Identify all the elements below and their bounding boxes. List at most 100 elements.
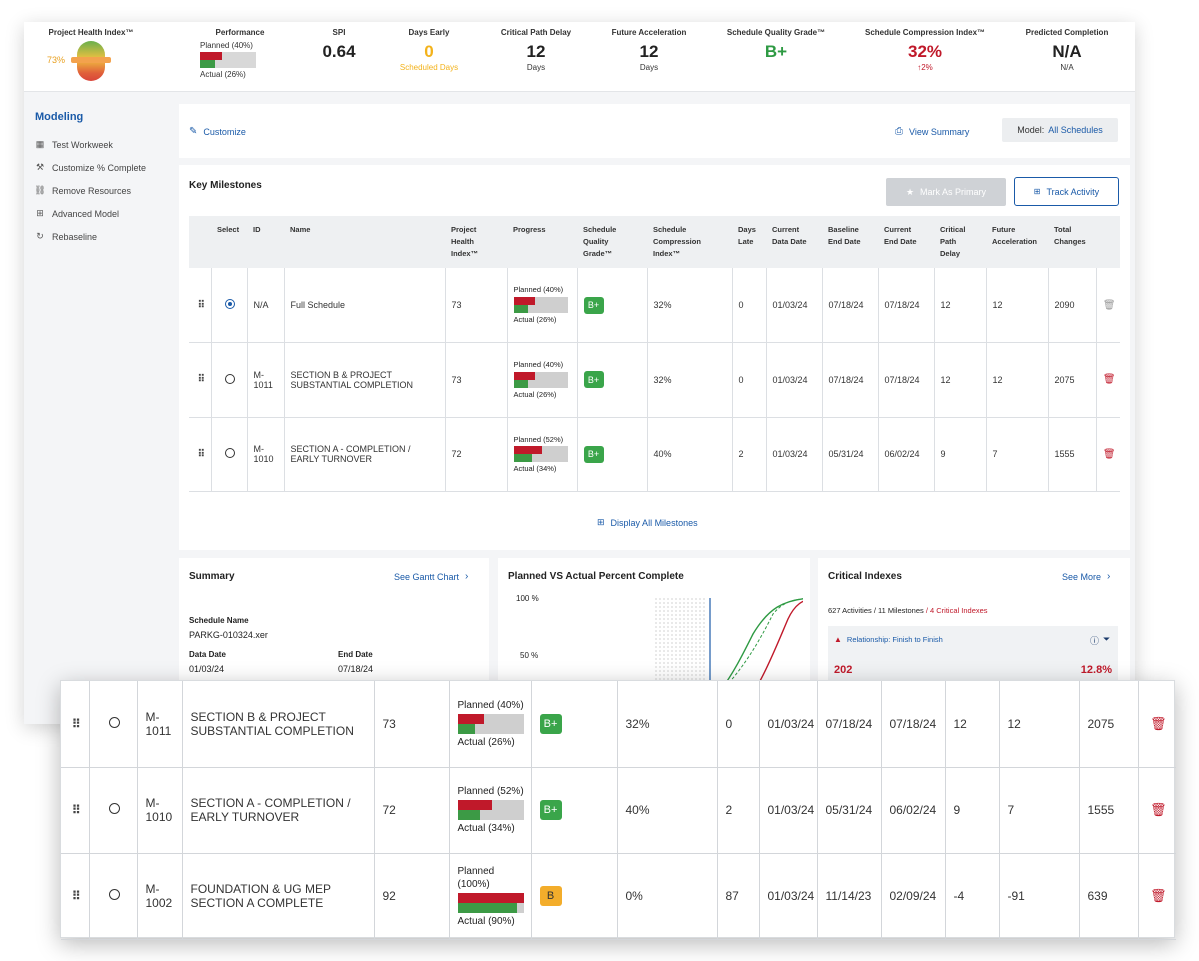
- cell-name[interactable]: SECTION B & PROJECT SUBSTANTIAL COMPLETI…: [284, 342, 446, 418]
- cell-current-data-date: 01/03/24: [759, 681, 818, 768]
- cell-progress: Planned (52%) Actual (34%): [449, 767, 532, 854]
- critical-title: Critical Indexes: [828, 571, 902, 582]
- sidebar-item-remove-resources[interactable]: ⛓ Remove Resources: [24, 179, 174, 202]
- cell-current-end: 06/02/24: [881, 767, 946, 854]
- customize-label: Customize: [203, 126, 246, 137]
- cell-progress: Planned (52%) Actual (34%): [507, 417, 578, 492]
- info-icon[interactable]: ⓘ: [1090, 634, 1099, 647]
- cell-sci: 32%: [647, 342, 733, 418]
- select-radio[interactable]: [89, 767, 138, 854]
- kpi-health[interactable]: Project Health Index™ 73%: [46, 28, 136, 81]
- grade-badge: B+: [539, 713, 562, 734]
- header-days-late: Days Late: [732, 216, 766, 268]
- table-row[interactable]: ⠿ N/A Full Schedule 73 Planned (40%) Act…: [189, 268, 1120, 343]
- kpi-spi[interactable]: SPI 0.64: [314, 28, 364, 60]
- relationship-count: 202: [834, 664, 853, 676]
- drag-handle-icon[interactable]: ⠿: [61, 853, 90, 940]
- cell-name[interactable]: FOUNDATION & UG MEP SECTION A COMPLETE: [182, 853, 375, 940]
- delete-row[interactable]: 🗑: [1096, 342, 1120, 418]
- customize-link[interactable]: ✎ Customize: [189, 126, 246, 137]
- cell-total: 1555: [1079, 767, 1139, 854]
- star-icon: ★: [905, 186, 915, 197]
- cell-sci: 40%: [617, 767, 718, 854]
- view-summary-link[interactable]: ⎙ View Summary: [895, 126, 969, 137]
- cell-id: M-1010: [247, 417, 285, 492]
- drag-handle-icon[interactable]: ⠿: [189, 417, 212, 492]
- cell-id: M-1011: [247, 342, 285, 418]
- delete-row[interactable]: 🗑: [1096, 268, 1120, 343]
- select-radio[interactable]: [89, 853, 138, 940]
- header-sqg: Schedule Quality Grade™: [577, 216, 647, 268]
- mark-primary-button[interactable]: ★ Mark As Primary: [886, 178, 1006, 206]
- header-drag: [189, 216, 211, 268]
- pencil-icon: ✎: [189, 126, 198, 137]
- refresh-icon: ↻: [36, 231, 44, 241]
- critical-count: / 4 Critical Indexes: [925, 606, 988, 615]
- see-more-link[interactable]: See More ›: [1062, 571, 1110, 582]
- header-name: Name: [284, 216, 445, 268]
- table-row[interactable]: ⠿ M-1011 SECTION B & PROJECT SUBSTANTIAL…: [189, 342, 1120, 418]
- table-row[interactable]: ⠿ M-1011 SECTION B & PROJECT SUBSTANTIAL…: [61, 681, 1176, 768]
- kpi-performance[interactable]: Performance Planned (40%) Actual (26%): [200, 28, 280, 79]
- table-row[interactable]: ⠿ M-1010 SECTION A - COMPLETION / EARLY …: [189, 417, 1120, 492]
- kpi-days-early[interactable]: Days Early 0 Scheduled Days: [392, 28, 466, 72]
- select-radio[interactable]: [89, 681, 138, 768]
- cell-total: 1555: [1048, 417, 1097, 492]
- progress-planned: Planned (40%): [513, 360, 564, 369]
- header-select: Select: [211, 216, 247, 268]
- chevron-right-icon: ›: [1107, 571, 1111, 582]
- see-gantt-link[interactable]: See Gantt Chart ›: [394, 571, 468, 582]
- cell-progress: Planned (40%) Actual (26%): [507, 342, 578, 418]
- delete-row[interactable]: 🗑: [1138, 767, 1176, 854]
- cell-progress: Planned (40%) Actual (26%): [449, 681, 532, 768]
- select-radio[interactable]: [211, 417, 248, 492]
- sidebar-item-advanced-model[interactable]: ⊞ Advanced Model: [24, 202, 174, 225]
- drag-handle-icon[interactable]: ⠿: [61, 767, 90, 854]
- select-radio[interactable]: [211, 342, 248, 418]
- sidebar-item-customize-complete[interactable]: ⚒ Customize % Complete: [24, 156, 174, 179]
- sidebar-item-rebaseline[interactable]: ↻ Rebaseline: [24, 225, 174, 248]
- delete-row[interactable]: 🗑: [1096, 417, 1120, 492]
- kpi-future-acceleration[interactable]: Future Acceleration 12 Days: [606, 28, 692, 72]
- display-all-milestones-link[interactable]: ⊞ Display All Milestones: [597, 517, 698, 528]
- model-select[interactable]: Model: All Schedules: [1002, 118, 1118, 142]
- sidebar-item-label: Remove Resources: [52, 185, 132, 196]
- table-row[interactable]: ⠿ M-1010 SECTION A - COMPLETION / EARLY …: [61, 767, 1176, 854]
- kpi-quality-grade[interactable]: Schedule Quality Grade™ B+: [724, 28, 828, 60]
- delete-row[interactable]: 🗑: [1138, 681, 1176, 768]
- cell-sci: 40%: [647, 417, 733, 492]
- progress-actual: Actual (34%): [457, 823, 515, 834]
- drag-handle-icon[interactable]: ⠿: [189, 268, 212, 343]
- select-radio[interactable]: [211, 268, 248, 343]
- sidebar-item-test-workweek[interactable]: ▦ Test Workweek: [24, 133, 174, 156]
- kpi-predicted-completion[interactable]: Predicted Completion N/A N/A: [1020, 28, 1114, 72]
- cell-name[interactable]: SECTION A - COMPLETION / EARLY TURNOVER: [284, 417, 446, 492]
- cell-grade: B+: [577, 417, 648, 492]
- progress-actual: Actual (90%): [457, 915, 515, 927]
- cell-name[interactable]: Full Schedule: [284, 268, 446, 343]
- delete-row[interactable]: 🗑: [1138, 853, 1176, 940]
- cell-name[interactable]: SECTION B & PROJECT SUBSTANTIAL COMPLETI…: [182, 681, 375, 768]
- kpi-title: Critical Path Delay: [500, 28, 572, 37]
- see-more-label: See More: [1062, 571, 1102, 582]
- cell-sci: 32%: [617, 681, 718, 768]
- model-value: All Schedules: [1048, 125, 1103, 135]
- grade-badge: B+: [583, 371, 604, 389]
- trash-icon: 🗑: [1102, 448, 1116, 460]
- cell-future: 7: [999, 767, 1080, 854]
- cell-name[interactable]: SECTION A - COMPLETION / EARLY TURNOVER: [182, 767, 375, 854]
- chart-title: Planned VS Actual Percent Complete: [508, 571, 684, 582]
- drag-handle-icon[interactable]: ⠿: [61, 681, 90, 768]
- kpi-title: Project Health Index™: [48, 28, 134, 37]
- critical-stats: 627 Activities / 11 Milestones / 4 Criti…: [828, 606, 988, 615]
- filter-icon[interactable]: ⏷: [1103, 634, 1110, 645]
- summary-title: Summary: [189, 571, 235, 582]
- progress-planned: Planned (40%): [513, 285, 564, 295]
- kpi-compression-index[interactable]: Schedule Compression Index™ 32% ↑2%: [864, 28, 986, 72]
- track-activity-button[interactable]: ⊞ Track Activity: [1014, 177, 1119, 206]
- drag-handle-icon[interactable]: ⠿: [189, 342, 212, 418]
- kpi-value: B+: [764, 42, 788, 61]
- table-row[interactable]: ⠿ M-1002 FOUNDATION & UG MEP SECTION A C…: [61, 853, 1176, 940]
- kpi-critical-path[interactable]: Critical Path Delay 12 Days: [496, 28, 576, 72]
- cell-sci: 32%: [647, 268, 733, 343]
